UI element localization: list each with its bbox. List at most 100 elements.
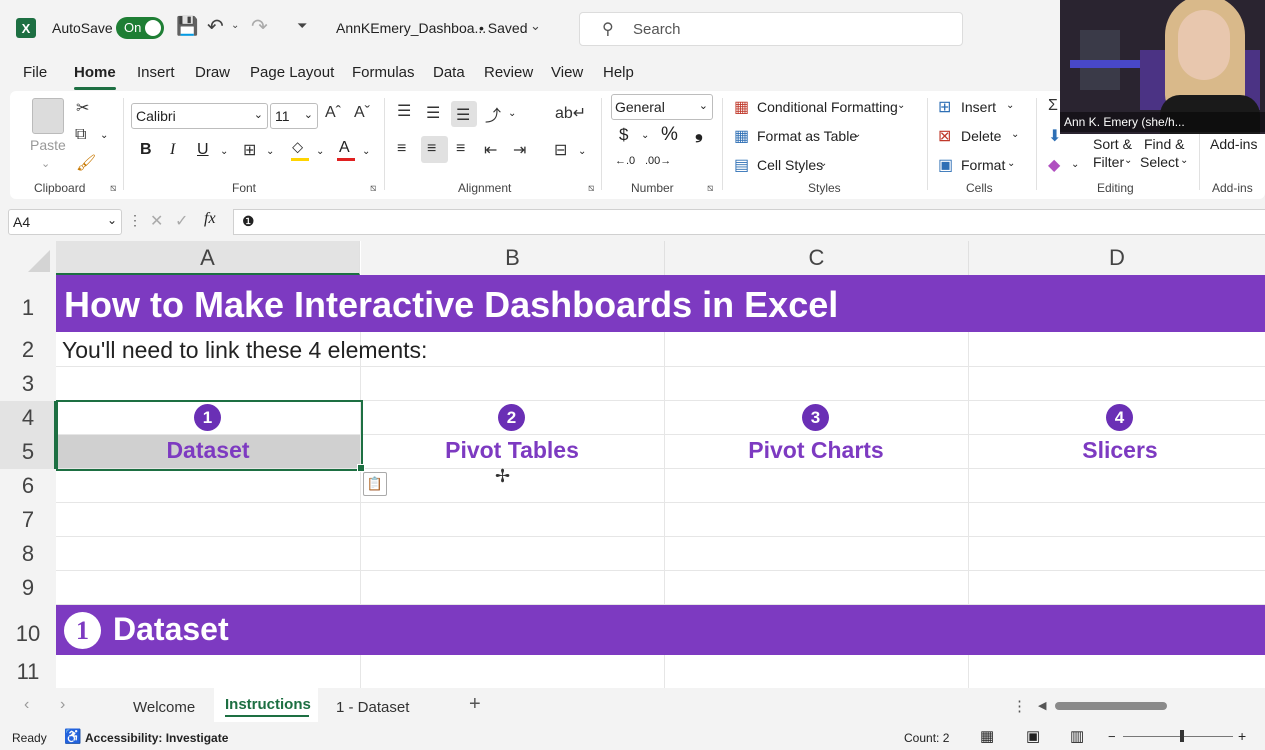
copy-icon[interactable]: ⧉ (75, 126, 86, 144)
element-label-pivot-charts[interactable]: Pivot Charts (664, 437, 968, 464)
dialog-launcher-icon[interactable]: ⧅ (370, 183, 376, 194)
number-format-select[interactable]: General ⌄ (611, 94, 713, 120)
add-ins-button[interactable]: Add-ins (1210, 136, 1257, 152)
undo-dropdown-icon[interactable]: ⌄ (231, 20, 239, 31)
underline-button[interactable]: U (197, 141, 209, 159)
row-header[interactable]: 4 (0, 401, 56, 435)
active-sheet-tab[interactable]: Instructions (214, 688, 318, 722)
normal-view-icon[interactable]: ▦ (980, 727, 994, 745)
row-header[interactable]: 3 (0, 367, 56, 401)
more-options-icon[interactable]: ⋮ (128, 212, 142, 229)
paste-icon[interactable] (32, 98, 64, 134)
dialog-launcher-icon[interactable]: ⧅ (588, 183, 594, 194)
saved-status[interactable]: • Saved (479, 20, 528, 36)
font-size-select[interactable]: 11 ⌄ (270, 103, 318, 129)
cell-styles-button[interactable]: Cell Styles (757, 157, 823, 173)
row-header[interactable]: 5 (0, 435, 56, 469)
sheet-tab-1-dataset[interactable]: 1 - Dataset (336, 699, 409, 716)
increase-indent-icon[interactable]: ⇥ (513, 140, 526, 160)
comma-button[interactable]: ❟ (695, 121, 703, 144)
autosum-icon[interactable]: Σ (1048, 97, 1058, 115)
zoom-out-icon[interactable]: − (1108, 729, 1116, 744)
section-band[interactable]: 1 Dataset (56, 605, 1265, 655)
save-icon[interactable]: 💾 (176, 16, 198, 37)
orientation-icon[interactable]: ⤴ (485, 102, 501, 126)
find-select-label-2[interactable]: Select (1140, 154, 1179, 170)
column-header-c[interactable]: C (665, 241, 969, 275)
sort-filter-label-2[interactable]: Filter (1093, 154, 1124, 170)
increase-font-icon[interactable]: Aˆ (325, 104, 341, 122)
row-header[interactable]: 10 (0, 605, 56, 655)
zoom-slider-track[interactable] (1123, 736, 1233, 737)
dialog-launcher-icon[interactable]: ⧅ (707, 183, 713, 194)
row-header[interactable]: 2 (0, 333, 56, 367)
sheet-subtitle[interactable]: You'll need to link these 4 elements: (62, 337, 427, 364)
decrease-decimal-icon[interactable]: .00→ (645, 155, 671, 167)
sort-filter-button[interactable]: Sort & (1093, 136, 1132, 152)
menu-page-layout[interactable]: Page Layout (250, 64, 334, 81)
undo-icon[interactable]: ↶ (207, 14, 224, 39)
find-select-button[interactable]: Find & (1144, 136, 1184, 152)
fill-handle[interactable] (357, 464, 365, 472)
menu-review[interactable]: Review (484, 64, 533, 81)
insert-cells-button[interactable]: Insert (961, 99, 996, 115)
scroll-tabs-right-icon[interactable]: › (60, 696, 65, 714)
align-top-icon[interactable]: ☰ (397, 101, 411, 121)
row-header[interactable]: 8 (0, 537, 56, 571)
paste-button[interactable]: Paste (30, 137, 66, 153)
more-options-icon[interactable]: ⋮ (1012, 697, 1027, 715)
align-right-icon[interactable]: ≡ (456, 140, 465, 158)
currency-button[interactable]: $ (619, 125, 628, 145)
sheet-tab-welcome[interactable]: Welcome (133, 699, 195, 716)
scroll-tabs-left-icon[interactable]: ‹ (24, 696, 29, 714)
column-header-b[interactable]: B (361, 241, 665, 275)
page-break-view-icon[interactable]: ▥ (1070, 727, 1084, 745)
menu-home[interactable]: Home (74, 64, 116, 81)
conditional-formatting-button[interactable]: Conditional Formatting (757, 99, 898, 115)
paste-options-icon[interactable]: 📋 (363, 472, 387, 496)
zoom-slider-thumb[interactable] (1180, 730, 1184, 742)
enter-icon[interactable]: ✓ (175, 211, 188, 231)
accessibility-status[interactable]: Accessibility: Investigate (85, 731, 228, 745)
formula-input[interactable]: ❶ (233, 209, 1265, 235)
insert-function-button[interactable]: fx (204, 210, 216, 228)
row-header[interactable]: 7 (0, 503, 56, 537)
menu-data[interactable]: Data (433, 64, 465, 81)
add-sheet-icon[interactable]: + (469, 693, 481, 716)
menu-formulas[interactable]: Formulas (352, 64, 415, 81)
search-box[interactable]: ⚲ Search (579, 12, 963, 46)
customize-toolbar-icon[interactable]: ⏷ (297, 18, 307, 34)
dialog-launcher-icon[interactable]: ⧅ (110, 183, 116, 194)
autosave-toggle[interactable]: On (116, 17, 164, 39)
font-color-icon[interactable]: A (339, 139, 350, 157)
cancel-icon[interactable]: ✕ (150, 211, 163, 231)
column-header-a[interactable]: A (56, 241, 360, 275)
increase-decimal-icon[interactable]: ←.0 (615, 155, 635, 167)
title-band[interactable]: How to Make Interactive Dashboards in Ex… (56, 275, 1265, 332)
fill-color-icon[interactable]: ⬦ (292, 139, 303, 157)
element-label-slicers[interactable]: Slicers (968, 437, 1265, 464)
menu-view[interactable]: View (551, 64, 583, 81)
row-header[interactable]: 11 (0, 655, 56, 688)
align-left-icon[interactable]: ≡ (397, 140, 406, 158)
column-header-d[interactable]: D (969, 241, 1265, 275)
menu-insert[interactable]: Insert (137, 64, 175, 81)
zoom-in-icon[interactable]: + (1238, 728, 1246, 744)
page-layout-view-icon[interactable]: ▣ (1026, 727, 1040, 745)
element-label-dataset[interactable]: Dataset (56, 437, 360, 464)
italic-button[interactable]: I (170, 141, 175, 159)
row-header[interactable]: 9 (0, 571, 56, 605)
redo-icon[interactable]: ↷ (251, 14, 268, 39)
bold-button[interactable]: B (140, 141, 152, 159)
name-box[interactable]: A4 ⌄ (8, 209, 122, 235)
align-middle-icon[interactable]: ☰ (426, 103, 440, 123)
format-as-table-button[interactable]: Format as Table (757, 128, 857, 144)
menu-draw[interactable]: Draw (195, 64, 230, 81)
borders-icon[interactable]: ⊞ (243, 140, 256, 160)
file-name[interactable]: AnnKEmery_Dashboa... (336, 20, 486, 36)
delete-cells-button[interactable]: Delete (961, 128, 1001, 144)
element-label-pivot-tables[interactable]: Pivot Tables (360, 437, 664, 464)
merge-center-icon[interactable]: ⊟ (554, 140, 567, 160)
row-header[interactable]: 1 (0, 275, 56, 333)
wrap-text-icon[interactable]: ab↵ (555, 103, 586, 123)
